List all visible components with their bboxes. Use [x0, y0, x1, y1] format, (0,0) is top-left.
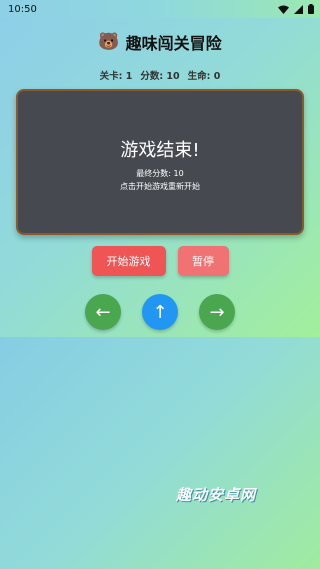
- game-area[interactable]: 游戏结束! 最终分数: 10 点击开始游戏重新开始: [16, 89, 304, 235]
- pause-button[interactable]: 暂停: [177, 246, 229, 276]
- bear-icon: 🐻: [98, 32, 120, 52]
- direction-controls: ← ↑ →: [0, 294, 320, 330]
- signal-icon: [294, 4, 303, 14]
- move-right-button[interactable]: →: [199, 294, 235, 330]
- page-title-text: 趣味闯关冒险: [125, 34, 222, 53]
- restart-hint: 点击开始游戏重新开始: [120, 182, 200, 191]
- level-stat: 关卡: 1: [99, 71, 133, 82]
- arrow-up-icon: ↑: [152, 301, 168, 323]
- final-score: 最终分数: 10: [136, 169, 184, 178]
- move-left-button[interactable]: ←: [85, 294, 121, 330]
- status-bar: 10:50: [0, 0, 320, 18]
- wifi-icon: [278, 5, 289, 14]
- status-icons: [278, 4, 314, 14]
- stats-bar: 关卡: 1 分数: 10 生命: 0: [0, 68, 320, 82]
- arrow-left-icon: ←: [95, 301, 111, 323]
- battery-icon: [308, 4, 314, 14]
- arrow-right-icon: →: [209, 301, 225, 323]
- game-screen: 🐻 趣味闯关冒险 关卡: 1 分数: 10 生命: 0 游戏结束! 最终分数: …: [0, 18, 320, 337]
- action-buttons: 开始游戏 暂停: [0, 246, 320, 276]
- status-time: 10:50: [8, 3, 37, 15]
- game-over-title: 游戏结束!: [120, 140, 200, 161]
- score-stat: 分数: 10: [140, 71, 180, 82]
- lower-background: [0, 337, 320, 569]
- watermark-logo: 趣动安卓网: [176, 486, 257, 504]
- jump-up-button[interactable]: ↑: [142, 294, 178, 330]
- start-game-button[interactable]: 开始游戏: [91, 246, 166, 276]
- page-title: 🐻 趣味闯关冒险: [0, 30, 320, 54]
- lives-stat: 生命: 0: [187, 71, 221, 82]
